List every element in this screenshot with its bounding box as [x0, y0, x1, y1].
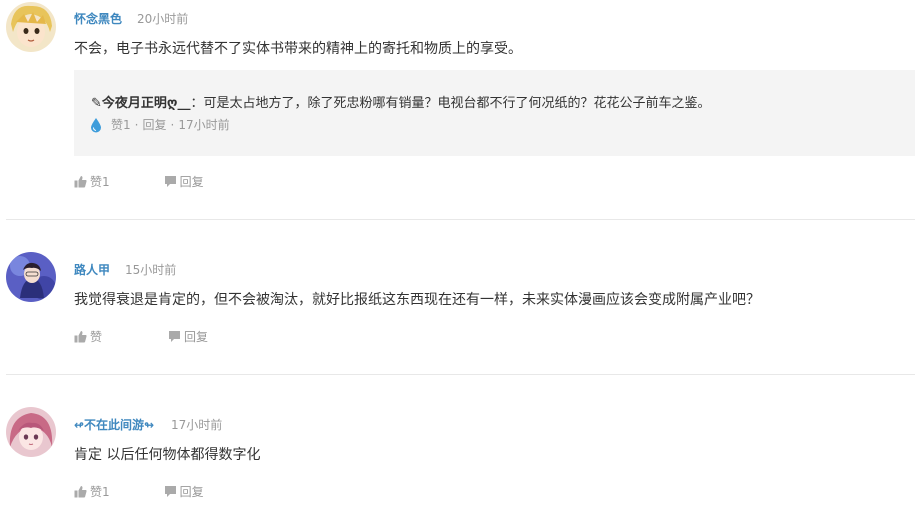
- like-label: 赞1: [90, 485, 110, 499]
- quoted-reply: ✎今夜月正明ღ__：可是太占地方了，除了死忠粉哪有销量？电视台都不行了何况纸的？…: [74, 70, 915, 156]
- thumbs-up-icon: [74, 486, 87, 498]
- quoted-reply-text: ：可是太占地方了，除了死忠粉哪有销量？电视台都不行了何况纸的？花花公子前车之鉴。: [190, 96, 711, 111]
- separator: ·: [134, 117, 139, 132]
- like-label: 赞1: [90, 175, 110, 189]
- reply-label: 回复: [179, 175, 204, 189]
- like-button[interactable]: 赞1: [74, 483, 110, 500]
- comment-time: 15小时前: [125, 263, 177, 277]
- comment-actions: 赞1 回复: [74, 483, 258, 500]
- water-drop-icon: [91, 117, 101, 132]
- divider: [6, 374, 915, 375]
- reply-label: 回复: [184, 330, 209, 344]
- reply-button[interactable]: 回复: [168, 328, 208, 345]
- separator: ·: [170, 117, 175, 132]
- comment-bubble-icon: [164, 486, 176, 497]
- comment-username[interactable]: 怀念黑色: [74, 10, 122, 27]
- comment-time: 17小时前: [171, 418, 223, 432]
- quoted-like-button[interactable]: 赞1: [111, 116, 131, 133]
- like-button[interactable]: 赞: [74, 328, 102, 345]
- comment-content: 肯定 以后任何物体都得数字化: [74, 447, 261, 463]
- thumbs-up-icon: [74, 176, 87, 188]
- quoted-reply-line: ✎今夜月正明ღ__：可是太占地方了，除了死忠粉哪有销量？电视台都不行了何况纸的？…: [91, 92, 711, 111]
- comment-username[interactable]: ↫不在此间游↬: [74, 416, 154, 433]
- comment-content: 不会，电子书永远代替不了实体书带来的精神上的寄托和物质上的享受。: [74, 41, 522, 57]
- divider: [6, 219, 915, 220]
- comment-bubble-icon: [164, 176, 176, 187]
- like-button[interactable]: 赞1: [74, 173, 110, 190]
- avatar[interactable]: [6, 2, 56, 52]
- reply-button[interactable]: 回复: [164, 483, 204, 500]
- quoted-reply-meta: 赞1 · 回复 · 17小时前: [89, 116, 234, 133]
- comment-actions: 赞 回复: [74, 328, 262, 345]
- avatar[interactable]: [6, 252, 56, 302]
- comment-time: 20小时前: [137, 12, 189, 26]
- quoted-reply-time: 17小时前: [178, 118, 230, 132]
- comment-bubble-icon: [169, 331, 181, 342]
- reply-button[interactable]: 回复: [164, 173, 204, 190]
- comment-actions: 赞1 回复: [74, 173, 258, 190]
- comment-content: 我觉得衰退是肯定的，但不会被淘汰，就好比报纸这东西现在还有一样，未来实体漫画应该…: [74, 292, 760, 308]
- comment-username[interactable]: 路人甲: [74, 261, 110, 278]
- reply-label: 回复: [179, 485, 204, 499]
- avatar[interactable]: [6, 407, 56, 457]
- like-label: 赞: [90, 330, 103, 344]
- quoted-reply-button[interactable]: 回复: [142, 116, 166, 133]
- thumbs-up-icon: [74, 331, 87, 343]
- quoted-reply-username[interactable]: ✎今夜月正明ღ__: [91, 96, 190, 111]
